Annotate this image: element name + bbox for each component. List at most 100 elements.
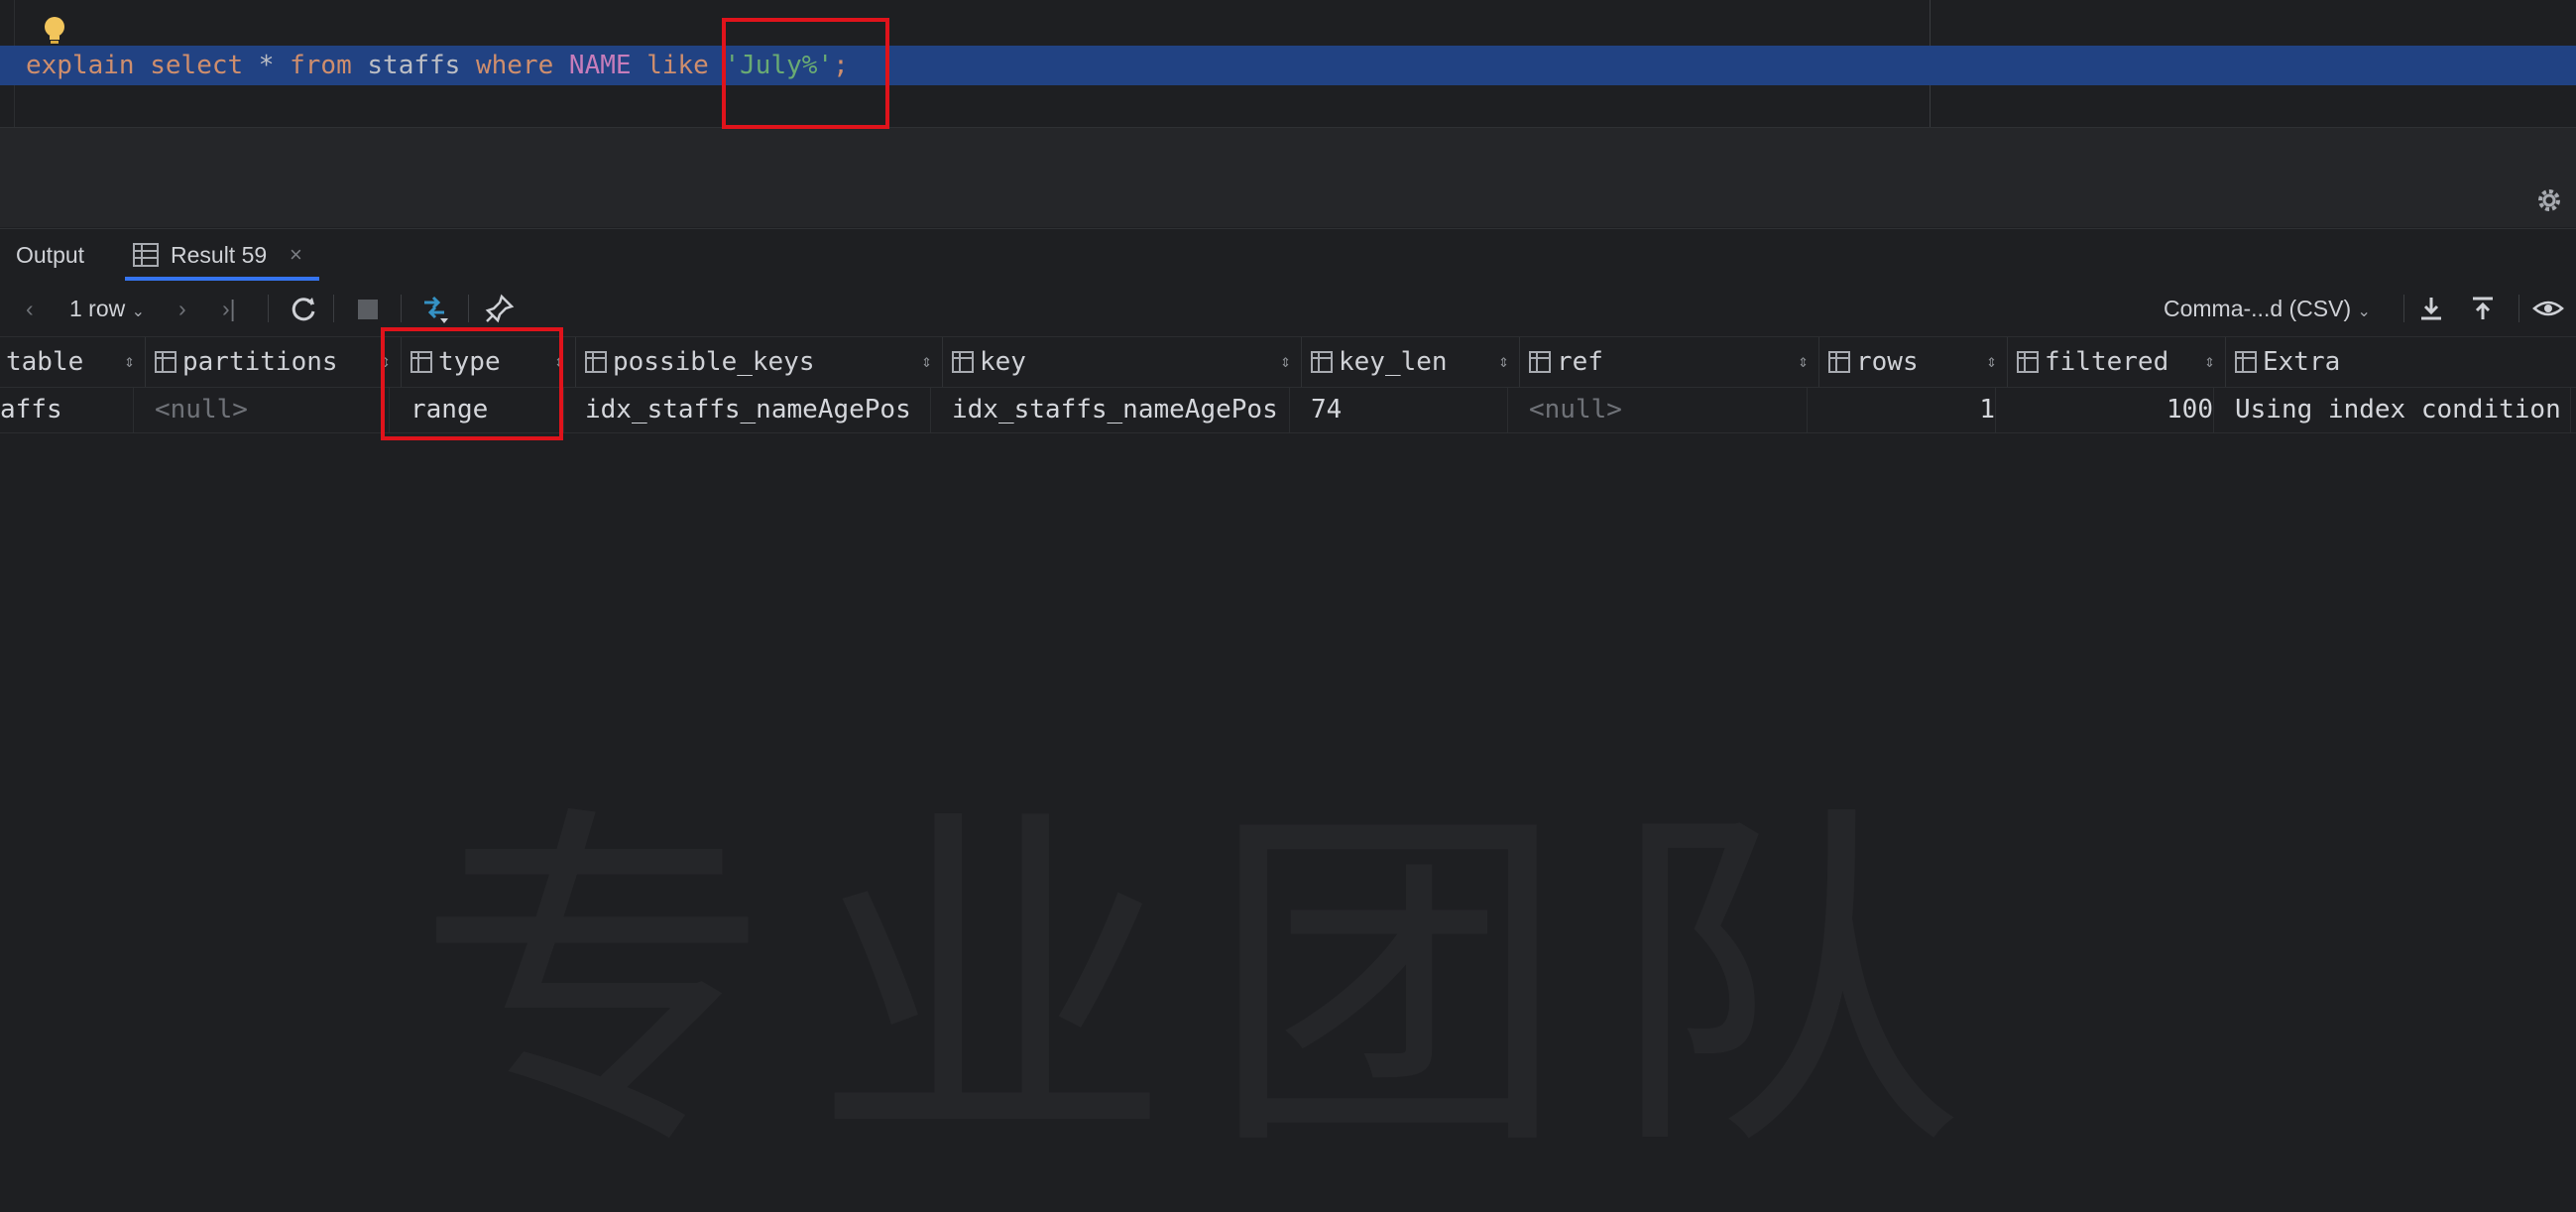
sort-icon[interactable]: ⇕	[2204, 337, 2215, 387]
column-header-partitions[interactable]: partitions ⇕	[145, 337, 402, 387]
table-column-icon	[410, 351, 432, 373]
code-token: *	[243, 51, 291, 80]
toolbar-separator	[468, 295, 469, 322]
column-header-type[interactable]: type ⇕	[401, 337, 576, 387]
table-column-icon	[155, 351, 176, 373]
toolbar-separator	[268, 295, 269, 322]
column-header-ref[interactable]: ref ⇕	[1519, 337, 1819, 387]
column-header-label: table	[6, 347, 84, 377]
table-column-icon	[585, 351, 607, 373]
tab-result-label: Result 59	[171, 242, 268, 268]
toolbar-separator	[2403, 295, 2404, 322]
row-count-selector[interactable]: 1 row ⌄	[69, 281, 145, 336]
code-token: like	[646, 51, 709, 80]
column-header-label: key	[980, 347, 1026, 377]
column-header-label: partitions	[182, 347, 338, 377]
sort-icon[interactable]: ⇕	[1498, 337, 1509, 387]
prev-icon[interactable]: ‹	[26, 281, 34, 336]
result-grid: 专业团队 table⇕partitions⇕type⇕possible_keys…	[0, 337, 2576, 768]
column-header-label: ref	[1557, 347, 1603, 377]
upload-icon[interactable]	[2467, 293, 2499, 324]
tab-result[interactable]: Result 59	[131, 229, 267, 281]
table-column-icon	[2235, 351, 2257, 373]
column-header-label: Extra	[2263, 347, 2341, 377]
background-watermark: 专业团队	[416, 694, 2003, 1212]
results-tab-bar: Output Result 59 ×	[0, 228, 2576, 281]
column-header-filtered[interactable]: filtered ⇕	[2007, 337, 2226, 387]
table-column-icon	[952, 351, 974, 373]
eye-icon[interactable]	[2532, 293, 2564, 324]
stop-icon[interactable]	[358, 300, 378, 319]
column-header-label: type	[438, 347, 501, 377]
code-token: staffs	[351, 51, 476, 80]
toolbar-separator	[333, 295, 334, 322]
code-token: where	[475, 51, 554, 80]
cell-ref[interactable]: <null>	[1529, 387, 1808, 432]
sort-icon[interactable]: ⇕	[124, 337, 135, 387]
column-header-key[interactable]: key ⇕	[942, 337, 1302, 387]
sql-editor[interactable]: explain select * from staffs where NAME …	[0, 0, 2576, 127]
table-row[interactable]: affs <null> range idx_staffs_nameAgePos idx_…	[0, 387, 2576, 433]
cell-key-len[interactable]: 74	[1311, 387, 1508, 432]
column-header-key-len[interactable]: key_len ⇕	[1301, 337, 1520, 387]
compare-icon[interactable]	[418, 293, 450, 324]
gear-icon[interactable]	[2534, 185, 2564, 215]
column-header-label: key_len	[1339, 347, 1448, 377]
cell-extra[interactable]: Using index condition	[2235, 387, 2571, 432]
download-icon[interactable]	[2415, 293, 2447, 324]
last-icon[interactable]: ›|	[222, 281, 236, 336]
column-header-possible-keys[interactable]: possible_keys ⇕	[575, 337, 943, 387]
refresh-icon[interactable]	[288, 293, 319, 324]
sort-icon[interactable]: ⇕	[554, 337, 565, 387]
table-column-icon	[1828, 351, 1850, 373]
toolbar-separator	[2518, 295, 2519, 322]
export-format-selector[interactable]: Comma-...d (CSV) ⌄	[2164, 281, 2371, 336]
column-header-table[interactable]: table ⇕	[0, 337, 146, 387]
tab-output-label: Output	[16, 242, 85, 268]
next-icon[interactable]: ›	[178, 281, 186, 336]
table-column-icon	[1529, 351, 1551, 373]
pin-icon[interactable]	[484, 293, 516, 324]
close-icon[interactable]: ×	[290, 229, 302, 281]
cell-key[interactable]: idx_staffs_nameAgePos	[952, 387, 1290, 432]
toolbar-separator	[401, 295, 402, 322]
code-token: ;	[833, 51, 849, 80]
code-token: select	[150, 51, 244, 80]
tab-output[interactable]: Output	[0, 229, 84, 281]
table-column-icon	[1311, 351, 1333, 373]
sort-icon[interactable]: ⇕	[1798, 337, 1809, 387]
sort-icon[interactable]: ⇕	[921, 337, 932, 387]
column-header-extra[interactable]: Extra	[2225, 337, 2576, 387]
cell-partitions[interactable]: <null>	[155, 387, 390, 432]
cell-possible-keys[interactable]: idx_staffs_nameAgePos	[585, 387, 931, 432]
cell-table[interactable]: affs	[0, 387, 134, 432]
editor-panel-divider	[0, 127, 2576, 227]
table-column-icon	[2017, 351, 2039, 373]
column-header-label: rows	[1856, 347, 1919, 377]
chevron-down-icon: ⌄	[2357, 303, 2371, 320]
cell-rows[interactable]: 1	[1828, 387, 1996, 432]
column-header-label: filtered	[2045, 347, 2169, 377]
table-header-row: table ⇕ partitions ⇕ type ⇕ possible_keys ⇕ key ⇕…	[0, 337, 2576, 388]
code-token: from	[290, 51, 352, 80]
result-toolbar: ‹ 1 row ⌄ › ›| Comma-...d (CSV) ⌄	[0, 281, 2576, 337]
code-token: explain	[26, 51, 135, 80]
sql-code-line[interactable]: explain select * from staffs where NAME …	[26, 46, 849, 85]
column-header-label: possible_keys	[613, 347, 815, 377]
table-icon	[133, 243, 159, 267]
sort-icon[interactable]: ⇕	[1986, 337, 1997, 387]
chevron-down-icon: ⌄	[131, 303, 146, 320]
sort-icon[interactable]: ⇕	[1280, 337, 1291, 387]
column-header-rows[interactable]: rows ⇕	[1818, 337, 2008, 387]
code-token: NAME	[568, 51, 632, 80]
cell-filtered[interactable]: 100	[2017, 387, 2214, 432]
export-format-label: Comma-...d (CSV)	[2164, 296, 2352, 321]
sort-icon[interactable]: ⇕	[380, 337, 391, 387]
row-count-label: 1 row	[69, 296, 126, 321]
cell-type[interactable]: range	[410, 387, 564, 432]
lightbulb-icon[interactable]	[40, 14, 69, 48]
